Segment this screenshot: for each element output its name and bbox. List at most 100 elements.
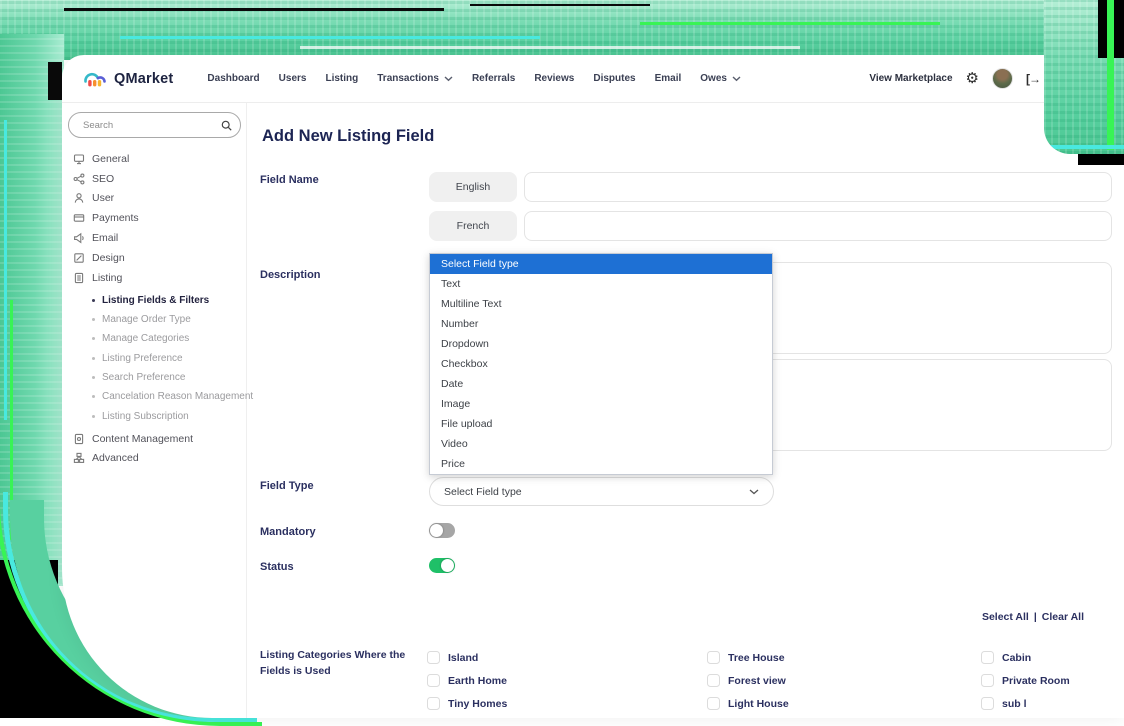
user-icon	[73, 192, 85, 204]
seo-icon	[73, 173, 85, 185]
sidebar-search[interactable]	[68, 112, 241, 138]
checkbox-icon[interactable]	[427, 674, 440, 687]
settings-sidebar: General SEO User Payments Email Design	[62, 103, 247, 718]
modules-icon	[73, 452, 85, 464]
dropdown-option-date[interactable]: Date	[430, 374, 772, 394]
chevron-down-icon	[732, 76, 741, 82]
chevron-down-icon	[444, 76, 453, 82]
qmarket-logo[interactable]: QMarket	[82, 69, 173, 88]
dropdown-option-dropdown[interactable]: Dropdown	[430, 334, 772, 354]
dropdown-option-select-field-type[interactable]: Select Field type	[430, 254, 772, 274]
settings-gear-icon[interactable]: ⚙	[966, 71, 979, 86]
dropdown-option-checkbox[interactable]: Checkbox	[430, 354, 772, 374]
dropdown-option-video[interactable]: Video	[430, 434, 772, 454]
checkbox-icon[interactable]	[707, 674, 720, 687]
sidebar-item-seo[interactable]: SEO	[62, 169, 246, 189]
category-checkbox-forest-view[interactable]: Forest view	[707, 674, 786, 687]
sidebar-item-email[interactable]: Email	[62, 228, 246, 248]
nav-item-transactions[interactable]: Transactions	[377, 73, 453, 84]
sidebar-item-general[interactable]: General	[62, 149, 246, 169]
english-tab-button[interactable]: English	[429, 172, 517, 202]
logout-icon[interactable]: [→	[1026, 72, 1040, 86]
sidebar-item-manage-order-type[interactable]: Manage Order Type	[62, 310, 246, 329]
checkbox-icon[interactable]	[427, 651, 440, 664]
sidebar-item-payments[interactable]: Payments	[62, 208, 246, 228]
sidebar-item-manage-categories[interactable]: Manage Categories	[62, 329, 246, 348]
glitch-green-stripe	[1107, 0, 1114, 150]
category-checkbox-earth-home[interactable]: Earth Home	[427, 674, 507, 687]
french-tab-button[interactable]: French	[429, 211, 517, 241]
qmarket-cloud-icon	[82, 69, 108, 88]
dropdown-option-multiline-text[interactable]: Multiline Text	[430, 294, 772, 314]
sidebar-item-listing-preference[interactable]: Listing Preference	[62, 348, 246, 367]
checkbox-icon[interactable]	[981, 674, 994, 687]
category-checkbox-tree-house[interactable]: Tree House	[707, 651, 785, 664]
dropdown-option-price[interactable]: Price	[430, 454, 772, 474]
field-type-select[interactable]: Select Field type	[429, 477, 774, 506]
checkbox-icon[interactable]	[707, 697, 720, 710]
status-toggle[interactable]	[429, 558, 455, 573]
add-listing-field-form: Add New Listing Field Field Name English…	[247, 103, 1124, 718]
sidebar-item-listing-fields-filters[interactable]: Listing Fields & Filters	[62, 291, 246, 310]
field-type-label: Field Type	[260, 480, 314, 492]
category-checkbox-island[interactable]: Island	[427, 651, 478, 664]
view-marketplace-link[interactable]: View Marketplace	[869, 73, 952, 84]
sidebar-item-content-management[interactable]: Content Management	[62, 429, 246, 449]
checkbox-icon[interactable]	[427, 697, 440, 710]
glitch-sliver	[64, 8, 444, 11]
category-checkbox-private-room[interactable]: Private Room	[981, 674, 1070, 687]
sidebar-item-cancelation-reason-management[interactable]: Cancelation Reason Management	[62, 387, 246, 406]
category-checkbox-light-house[interactable]: Light House	[707, 697, 789, 710]
sidebar-item-listing[interactable]: Listing	[62, 268, 246, 288]
glitch-sliver	[470, 4, 650, 6]
chevron-down-icon	[749, 489, 759, 495]
design-icon	[73, 252, 85, 264]
checkbox-icon[interactable]	[981, 651, 994, 664]
glitch-black-block	[1078, 154, 1124, 165]
glitch-sliver	[48, 62, 62, 100]
select-all-link[interactable]: Select All	[982, 611, 1029, 623]
status-label: Status	[260, 561, 294, 573]
field-name-label: Field Name	[260, 174, 319, 186]
checkbox-icon[interactable]	[707, 651, 720, 664]
dropdown-option-image[interactable]: Image	[430, 394, 772, 414]
page-title: Add New Listing Field	[262, 127, 434, 146]
nav-item-reviews[interactable]: Reviews	[534, 73, 574, 84]
nav-right: View Marketplace ⚙ [→	[869, 68, 1040, 89]
nav-item-referrals[interactable]: Referrals	[472, 73, 515, 84]
sidebar-item-design[interactable]: Design	[62, 248, 246, 268]
sidebar-item-search-preference[interactable]: Search Preference	[62, 368, 246, 387]
nav-item-users[interactable]: Users	[279, 73, 307, 84]
field-name-french-input[interactable]	[524, 211, 1112, 241]
nav-item-dashboard[interactable]: Dashboard	[207, 73, 259, 84]
monitor-icon	[73, 153, 85, 165]
search-input[interactable]	[81, 119, 205, 132]
content-icon	[73, 433, 85, 445]
category-checkbox-sub-l[interactable]: sub l	[981, 697, 1027, 710]
nav-item-listing[interactable]: Listing	[325, 73, 358, 84]
category-checkbox-cabin[interactable]: Cabin	[981, 651, 1031, 664]
nav-item-owes[interactable]: Owes	[700, 73, 741, 84]
clear-all-link[interactable]: Clear All	[1042, 611, 1084, 623]
nav-item-disputes[interactable]: Disputes	[593, 73, 635, 84]
document-icon	[73, 272, 85, 284]
megaphone-icon	[73, 232, 85, 244]
sidebar-item-user[interactable]: User	[62, 189, 246, 209]
category-checkbox-tiny-homes[interactable]: Tiny Homes	[427, 697, 507, 710]
dropdown-option-number[interactable]: Number	[430, 314, 772, 334]
mandatory-toggle[interactable]	[429, 523, 455, 538]
nav-item-email[interactable]: Email	[655, 73, 682, 84]
sidebar-item-advanced[interactable]: Advanced	[62, 448, 246, 468]
dropdown-option-text[interactable]: Text	[430, 274, 772, 294]
dropdown-option-file-upload[interactable]: File upload	[430, 414, 772, 434]
description-label: Description	[260, 269, 321, 281]
user-avatar[interactable]	[992, 68, 1013, 89]
sidebar-item-listing-subscription[interactable]: Listing Subscription	[62, 406, 246, 425]
toggle-knob	[441, 559, 454, 572]
brand-name: QMarket	[114, 71, 173, 87]
top-navbar: QMarket Dashboard Users Listing Transact…	[62, 55, 1124, 103]
checkbox-icon[interactable]	[981, 697, 994, 710]
mandatory-label: Mandatory	[260, 526, 316, 538]
field-name-english-input[interactable]	[524, 172, 1112, 202]
card-icon	[73, 212, 85, 224]
